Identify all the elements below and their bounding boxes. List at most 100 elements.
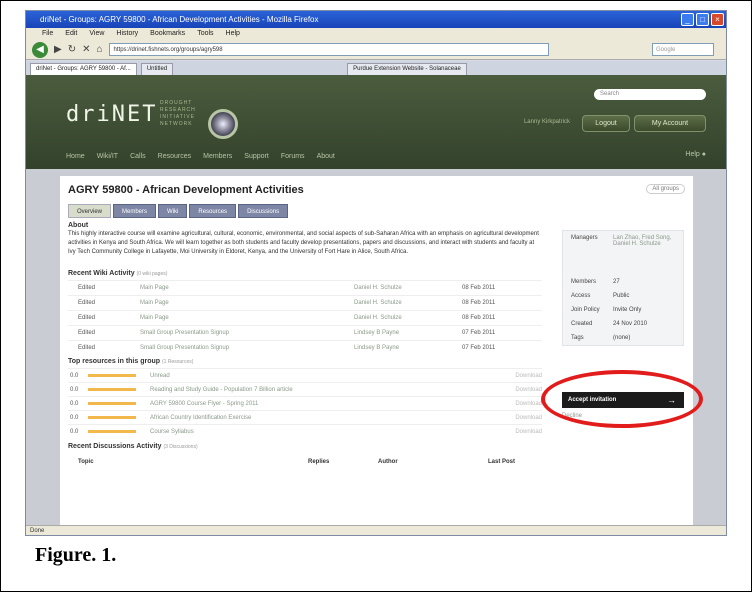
resource-title[interactable]: AGRY 59800 Course Flyer - Spring 2011 xyxy=(150,401,502,407)
resource-title[interactable]: Course Syllabus xyxy=(150,429,502,435)
rating-bar xyxy=(88,388,136,391)
rating-bar xyxy=(88,402,136,405)
help-icon: ● xyxy=(701,151,706,158)
forward-icon[interactable]: ▶ xyxy=(54,44,62,55)
site-search-input[interactable]: Search xyxy=(594,89,706,100)
tab-wiki[interactable]: Wiki xyxy=(158,204,188,218)
site-header: driNET DROUGHT RESEARCH INITIATIVE NETWO… xyxy=(26,75,726,169)
tab-overview[interactable]: Overview xyxy=(68,204,112,218)
property-row: Access Public xyxy=(563,289,683,303)
wiki-activity-heading: Recent Wiki Activity (0 wiki pages) xyxy=(68,270,167,277)
wiki-row-page[interactable]: Main Page xyxy=(130,280,344,296)
reload-icon[interactable]: ↻ xyxy=(68,44,76,55)
nav-about[interactable]: About xyxy=(317,153,335,160)
resource-score: 0.0 xyxy=(70,428,79,435)
tagline-line: INITIATIVE xyxy=(160,114,195,120)
wiki-row-page[interactable]: Main Page xyxy=(130,295,344,311)
user-link[interactable]: Lanny Kirkpatrick xyxy=(524,119,570,125)
resource-title[interactable]: Reading and Study Guide - Population 7 B… xyxy=(150,387,502,393)
stop-icon[interactable]: ✕ xyxy=(82,44,90,55)
home-icon[interactable]: ⌂ xyxy=(96,44,102,55)
url-field[interactable]: https://drinet.fishnets.org/groups/agry5… xyxy=(108,43,549,56)
menu-edit[interactable]: Edit xyxy=(65,28,77,40)
col-last-post: Last Post xyxy=(488,459,516,465)
all-groups-link[interactable]: All groups xyxy=(646,184,685,194)
wiki-row: Edited Main Page Daniel H. Schulze 08 Feb 2… xyxy=(68,295,542,311)
wiki-row-page[interactable]: Small Group Presentation Signup xyxy=(130,340,344,356)
wiki-row-page[interactable]: Small Group Presentation Signup xyxy=(130,325,344,341)
nav-calls[interactable]: Calls xyxy=(130,153,146,160)
property-row: Join Policy Invite Only xyxy=(563,303,683,317)
resource-row: 0.0 Unread Download xyxy=(68,368,542,382)
maximize-button[interactable]: □ xyxy=(696,13,709,26)
wiki-heading-note: (0 wiki pages) xyxy=(136,271,168,277)
property-label: Join Policy xyxy=(571,307,600,313)
menu-file[interactable]: File xyxy=(42,28,53,40)
property-label: Members xyxy=(571,279,597,285)
property-row: Managers Lan Zhao, Fred Song, Daniel H. S… xyxy=(563,231,683,275)
about-text: This highly interactive course will exam… xyxy=(68,231,539,255)
wiki-row-date: 08 Feb 2011 xyxy=(452,295,542,311)
menu-history[interactable]: History xyxy=(116,28,138,40)
resource-title[interactable]: Unread xyxy=(150,373,502,379)
back-icon[interactable]: ◀ xyxy=(32,41,48,58)
wiki-row: Edited Main Page Daniel H. Schulze 08 Feb 2… xyxy=(68,310,542,326)
tab-members[interactable]: Members xyxy=(113,204,157,218)
wiki-row-author[interactable]: Daniel H. Schulze xyxy=(344,295,452,311)
browser-tab-drinet[interactable]: driNet - Groups: AGRY 59800 - Af... xyxy=(30,63,137,75)
menu-bookmarks[interactable]: Bookmarks xyxy=(150,28,185,40)
wiki-row-date: 07 Feb 2011 xyxy=(452,340,542,356)
wiki-row-author[interactable]: Lindsey B Payne xyxy=(344,325,452,341)
download-link[interactable]: Download xyxy=(502,429,542,435)
menu-help[interactable]: Help xyxy=(226,28,240,40)
browser-tab-untitled[interactable]: Untitled xyxy=(140,63,174,75)
site-logo[interactable]: driNET xyxy=(66,102,157,127)
wiki-row-date: 08 Feb 2011 xyxy=(452,280,542,296)
nav-forums[interactable]: Forums xyxy=(281,153,305,160)
browser-tab-purdue[interactable]: Purdue Extension Website - Solanaceae xyxy=(347,63,467,75)
wiki-row-page[interactable]: Main Page xyxy=(130,310,344,326)
download-link[interactable]: Download xyxy=(502,373,542,379)
tagline-line: DROUGHT xyxy=(160,100,193,106)
download-link[interactable]: Download xyxy=(502,401,542,407)
about-heading: About xyxy=(68,222,89,229)
resource-score: 0.0 xyxy=(70,386,79,393)
my-account-button[interactable]: My Account xyxy=(634,115,706,132)
resource-title[interactable]: African Country Identification Exercise xyxy=(150,415,502,421)
wiki-row: Edited Small Group Presentation Signup Lin… xyxy=(68,325,542,341)
resource-score: 0.0 xyxy=(70,400,79,407)
nav-resources[interactable]: Resources xyxy=(158,153,191,160)
figure-frame: driNet - Groups: AGRY 59800 - African De… xyxy=(0,0,752,592)
wiki-row-author[interactable]: Daniel H. Schulze xyxy=(344,310,452,326)
property-value: 27 xyxy=(613,279,620,285)
logout-button[interactable]: Logout xyxy=(582,115,630,132)
help-label: Help xyxy=(685,151,700,158)
nav-home[interactable]: Home xyxy=(66,153,85,160)
menu-view[interactable]: View xyxy=(89,28,104,40)
wiki-row-author[interactable]: Daniel H. Schulze xyxy=(344,280,452,296)
close-button[interactable]: × xyxy=(711,13,724,26)
menu-tools[interactable]: Tools xyxy=(197,28,213,40)
figure-caption: Figure. 1. xyxy=(35,544,117,566)
nav-support[interactable]: Support xyxy=(244,153,269,160)
discussions-heading: Recent Discussions Activity (3 Discussio… xyxy=(68,443,542,450)
web-page: driNET DROUGHT RESEARCH INITIATIVE NETWO… xyxy=(26,75,726,527)
rating-bar xyxy=(88,374,136,377)
help-link[interactable]: Help ● xyxy=(685,151,706,158)
tab-discussions[interactable]: Discussions xyxy=(238,204,289,218)
wiki-row: Edited Main Page Daniel H. Schulze 08 Feb 2… xyxy=(68,280,542,296)
nav-members[interactable]: Members xyxy=(203,153,232,160)
minimize-button[interactable]: _ xyxy=(681,13,694,26)
wiki-row-action: Edited xyxy=(68,295,130,311)
wiki-row-author[interactable]: Lindsey B Payne xyxy=(344,340,452,356)
wiki-row-action: Edited xyxy=(68,280,130,296)
download-link[interactable]: Download xyxy=(502,387,542,393)
property-value[interactable]: Lan Zhao, Fred Song, Daniel H. Schulze xyxy=(613,235,683,271)
download-link[interactable]: Download xyxy=(502,415,542,421)
nav-wiki[interactable]: Wiki/IT xyxy=(97,153,118,160)
tab-resources[interactable]: Resources xyxy=(189,204,237,218)
rating-bar xyxy=(88,416,136,419)
group-tabs: Overview Members Wiki Resources Discussi… xyxy=(68,204,353,219)
property-row: Tags (none) xyxy=(563,331,683,345)
browser-search-field[interactable]: Google xyxy=(652,43,714,56)
